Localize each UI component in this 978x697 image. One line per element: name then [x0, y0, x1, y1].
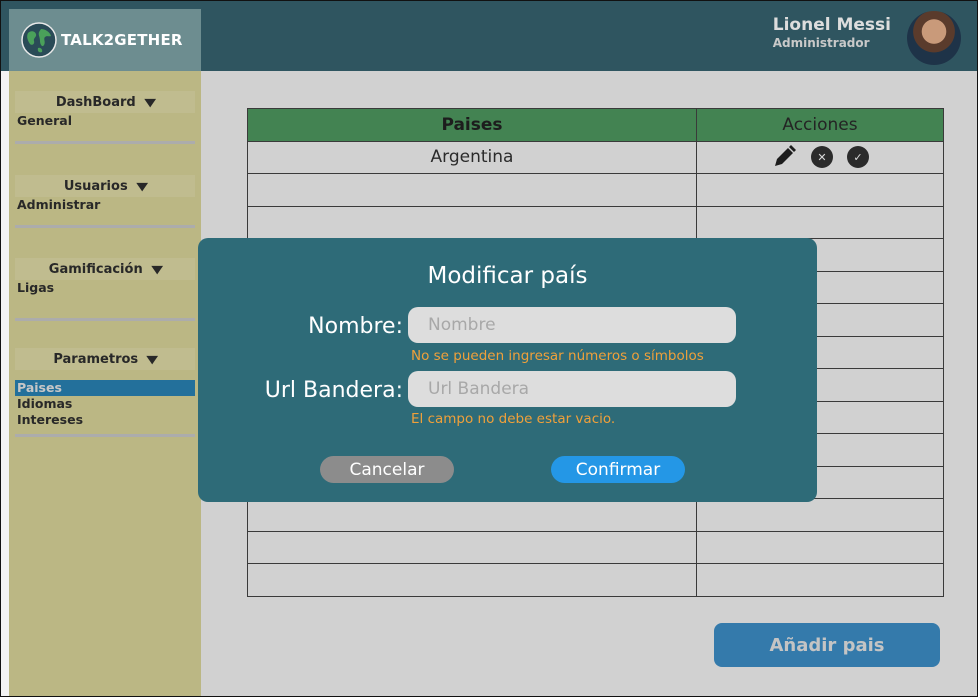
actions-cell	[696, 173, 944, 207]
url-error-message: El campo no debe estar vacio.	[411, 411, 616, 427]
sidebar-item-administrar[interactable]: Administrar	[15, 197, 195, 213]
sidebar-header-gamificacion[interactable]: Gamificación ▼	[15, 258, 195, 280]
top-bar: TALK2GETHER Lionel Messi Administrador	[1, 1, 977, 71]
flag-url-input[interactable]	[408, 371, 736, 407]
column-header-paises: Paises	[247, 108, 697, 142]
sidebar-item-general[interactable]: General	[15, 113, 195, 129]
avatar[interactable]	[907, 11, 961, 65]
sidebar-header-label: Parametros	[53, 351, 139, 367]
sidebar-header-label: Usuarios	[63, 178, 128, 194]
table-row	[247, 173, 944, 207]
sidebar-header-label: Gamificación	[48, 261, 143, 277]
table-row	[247, 530, 944, 564]
chevron-down-icon: ▼	[144, 95, 156, 109]
country-name-cell	[247, 530, 697, 564]
country-name-cell	[247, 563, 697, 597]
pencil-icon[interactable]	[771, 144, 797, 170]
table-row	[247, 498, 944, 532]
table-row	[247, 563, 944, 597]
sidebar-section-parametros: Parametros ▼ Paises Idiomas Intereses	[15, 348, 195, 437]
country-name-cell	[247, 205, 697, 239]
sidebar-item-paises[interactable]: Paises	[15, 380, 195, 396]
app-window: TALK2GETHER Lionel Messi Administrador D…	[0, 0, 978, 697]
divider	[15, 434, 195, 437]
check-icon[interactable]: ✓	[847, 146, 869, 169]
cancel-button[interactable]: Cancelar	[320, 456, 454, 483]
divider	[15, 225, 195, 228]
sidebar-item-idiomas[interactable]: Idiomas	[15, 396, 195, 412]
actions-cell	[696, 563, 944, 597]
table-row: Argentina ✕ ✓	[247, 140, 944, 174]
chevron-down-icon: ▼	[135, 179, 148, 193]
user-name: Lionel Messi	[772, 15, 891, 35]
country-name-cell	[247, 498, 697, 532]
actions-cell	[696, 530, 944, 564]
sidebar-header-dashboard[interactable]: DashBoard ▼	[15, 91, 195, 113]
edit-country-modal: Modificar país Nombre: No se pueden ingr…	[198, 238, 817, 502]
sidebar-item-intereses[interactable]: Intereses	[15, 412, 195, 428]
sidebar-item-ligas[interactable]: Ligas	[15, 280, 195, 296]
globe-icon	[21, 22, 57, 58]
modal-title: Modificar país	[427, 263, 588, 289]
user-info: Lionel Messi Administrador	[773, 15, 891, 50]
sidebar-section-gamificacion: Gamificación ▼ Ligas	[15, 258, 195, 321]
sidebar-header-label: DashBoard	[55, 94, 136, 110]
name-label: Nombre:	[308, 314, 403, 339]
country-name-cell	[247, 173, 697, 207]
logo-text: TALK2GETHER	[61, 31, 183, 49]
url-label: Url Bandera:	[264, 378, 403, 403]
name-error-message: No se pueden ingresar números o símbolos	[411, 348, 704, 364]
logo[interactable]: TALK2GETHER	[9, 9, 201, 71]
chevron-down-icon: ▼	[151, 262, 163, 276]
actions-cell: ✕ ✓	[696, 140, 944, 174]
name-input[interactable]	[408, 307, 736, 343]
actions-cell	[696, 205, 944, 239]
sidebar-header-parametros[interactable]: Parametros ▼	[15, 348, 195, 370]
sidebar-section-dashboard: DashBoard ▼ General	[15, 91, 195, 144]
user-role: Administrador	[772, 36, 870, 50]
delete-icon[interactable]: ✕	[811, 146, 833, 169]
chevron-down-icon: ▼	[146, 352, 159, 366]
table-row	[247, 205, 944, 239]
add-country-button[interactable]: Añadir pais	[714, 623, 940, 667]
sidebar: DashBoard ▼ General Usuarios ▼ Administr…	[9, 71, 201, 696]
actions-cell	[696, 498, 944, 532]
table-header-row: Paises Acciones	[247, 108, 944, 142]
sidebar-header-usuarios[interactable]: Usuarios ▼	[15, 175, 195, 197]
sidebar-section-usuarios: Usuarios ▼ Administrar	[15, 175, 195, 228]
divider	[15, 318, 195, 321]
divider	[15, 141, 195, 144]
confirm-button[interactable]: Confirmar	[551, 456, 685, 483]
column-header-acciones: Acciones	[696, 108, 944, 142]
country-name-cell: Argentina	[247, 140, 697, 174]
